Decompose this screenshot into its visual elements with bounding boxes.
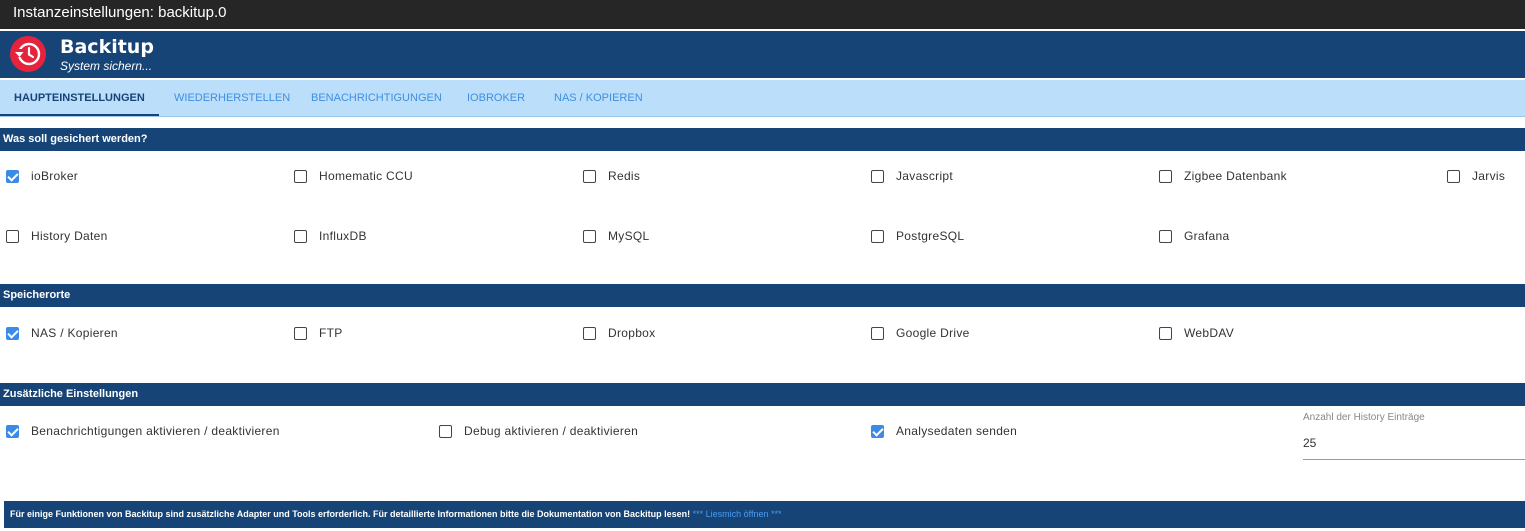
checkbox-box[interactable] [583, 169, 596, 183]
checkbox-iobroker[interactable]: ioBroker [6, 168, 78, 184]
checkbox-label: NAS / Kopieren [31, 326, 118, 340]
checkbox-box[interactable] [871, 424, 884, 438]
readme-link[interactable]: *** Liesmich öffnen *** [693, 509, 782, 519]
checkbox-box[interactable] [583, 326, 596, 340]
checkbox-jarvis[interactable]: Jarvis [1447, 168, 1505, 184]
tab-nas-kopieren[interactable]: NAS / KOPIEREN [554, 80, 643, 116]
app-name: Backitup [60, 36, 154, 58]
checkbox-label: Homematic CCU [319, 169, 413, 183]
checkbox-nas-kopieren[interactable]: NAS / Kopieren [6, 325, 118, 341]
section-title: Was soll gesichert werden? [3, 133, 148, 145]
section-header-backup: Was soll gesichert werden? [0, 128, 1525, 151]
checkbox-box[interactable] [1159, 169, 1172, 183]
checkbox-box[interactable] [6, 326, 19, 340]
checkbox-debug[interactable]: Debug aktivieren / deaktivieren [439, 423, 638, 439]
checkbox-label: Javascript [896, 169, 954, 183]
checkbox-label: Analysedaten senden [896, 424, 1018, 438]
app-subtitle: System sichern... [60, 59, 153, 73]
checkbox-label: History Daten [31, 229, 108, 243]
checkbox-label: FTP [319, 326, 343, 340]
checkbox-label: InfluxDB [319, 229, 367, 243]
checkbox-zigbee-datenbank[interactable]: Zigbee Datenbank [1159, 168, 1287, 184]
section-title: Speicherorte [3, 289, 71, 301]
checkbox-label: Dropbox [608, 326, 656, 340]
checkbox-box[interactable] [439, 424, 452, 438]
section-header-storage: Speicherorte [0, 284, 1525, 307]
checkbox-label: Google Drive [896, 326, 970, 340]
checkbox-mysql[interactable]: MySQL [583, 228, 650, 244]
checkbox-box[interactable] [294, 169, 307, 183]
backup-restore-icon [10, 36, 46, 72]
checkbox-box[interactable] [6, 229, 19, 243]
checkbox-javascript[interactable]: Javascript [871, 168, 953, 184]
tab-haupteinstellungen[interactable]: HAUPTEINSTELLUNGEN [0, 80, 159, 116]
tab-benachrichtigungen[interactable]: BENACHRICHTIGUNGEN [311, 80, 442, 116]
tab-bar: HAUPTEINSTELLUNGEN WIEDERHERSTELLEN BENA… [0, 80, 1525, 117]
checkbox-box[interactable] [871, 229, 884, 243]
checkbox-label: Redis [608, 169, 641, 183]
window-titlebar: Instanzeinstellungen: backitup.0 [0, 0, 1525, 29]
checkbox-box[interactable] [6, 424, 19, 438]
checkbox-box[interactable] [1159, 229, 1172, 243]
checkbox-label: PostgreSQL [896, 229, 965, 243]
tab-wiederherstellen[interactable]: WIEDERHERSTELLEN [174, 80, 290, 116]
checkbox-box[interactable] [1447, 169, 1460, 183]
checkbox-label: Debug aktivieren / deaktivieren [464, 424, 639, 438]
checkbox-box[interactable] [6, 169, 19, 183]
checkbox-label: Grafana [1184, 229, 1230, 243]
checkbox-postgresql[interactable]: PostgreSQL [871, 228, 964, 244]
checkbox-label: Benachrichtigungen aktivieren / deaktivi… [31, 424, 280, 438]
tab-iobroker[interactable]: IOBROKER [467, 80, 525, 116]
checkbox-influxdb[interactable]: InfluxDB [294, 228, 367, 244]
checkbox-webdav[interactable]: WebDAV [1159, 325, 1234, 341]
checkbox-box[interactable] [294, 326, 307, 340]
checkbox-label: MySQL [608, 229, 650, 243]
checkbox-label: Jarvis [1472, 169, 1506, 183]
checkbox-label: WebDAV [1184, 326, 1235, 340]
checkbox-box[interactable] [1159, 326, 1172, 340]
section-title: Zusätzliche Einstellungen [3, 388, 139, 400]
checkbox-box[interactable] [583, 229, 596, 243]
checkbox-history-daten[interactable]: History Daten [6, 228, 108, 244]
app-header: Backitup System sichern... [0, 31, 1525, 78]
checkbox-analysedaten[interactable]: Analysedaten senden [871, 423, 1017, 439]
history-count-label: Anzahl der History Einträge [1303, 412, 1425, 423]
footer-text: Für einige Funktionen von Backitup sind … [10, 509, 691, 519]
checkbox-redis[interactable]: Redis [583, 168, 640, 184]
checkbox-grafana[interactable]: Grafana [1159, 228, 1229, 244]
info-footer: Für einige Funktionen von Backitup sind … [4, 501, 1525, 528]
history-count-underline [1303, 459, 1525, 460]
history-count-input[interactable]: 25 [1303, 436, 1316, 450]
checkbox-box[interactable] [294, 229, 307, 243]
window-title: Instanzeinstellungen: backitup.0 [13, 4, 227, 21]
checkbox-box[interactable] [871, 169, 884, 183]
checkbox-benachrichtigungen[interactable]: Benachrichtigungen aktivieren / deaktivi… [6, 423, 280, 439]
checkbox-label: Zigbee Datenbank [1184, 169, 1287, 183]
section-header-extra: Zusätzliche Einstellungen [0, 383, 1525, 406]
checkbox-label: ioBroker [31, 169, 79, 183]
checkbox-homematic-ccu[interactable]: Homematic CCU [294, 168, 413, 184]
checkbox-dropbox[interactable]: Dropbox [583, 325, 655, 341]
checkbox-google-drive[interactable]: Google Drive [871, 325, 970, 341]
checkbox-box[interactable] [871, 326, 884, 340]
checkbox-ftp[interactable]: FTP [294, 325, 343, 341]
